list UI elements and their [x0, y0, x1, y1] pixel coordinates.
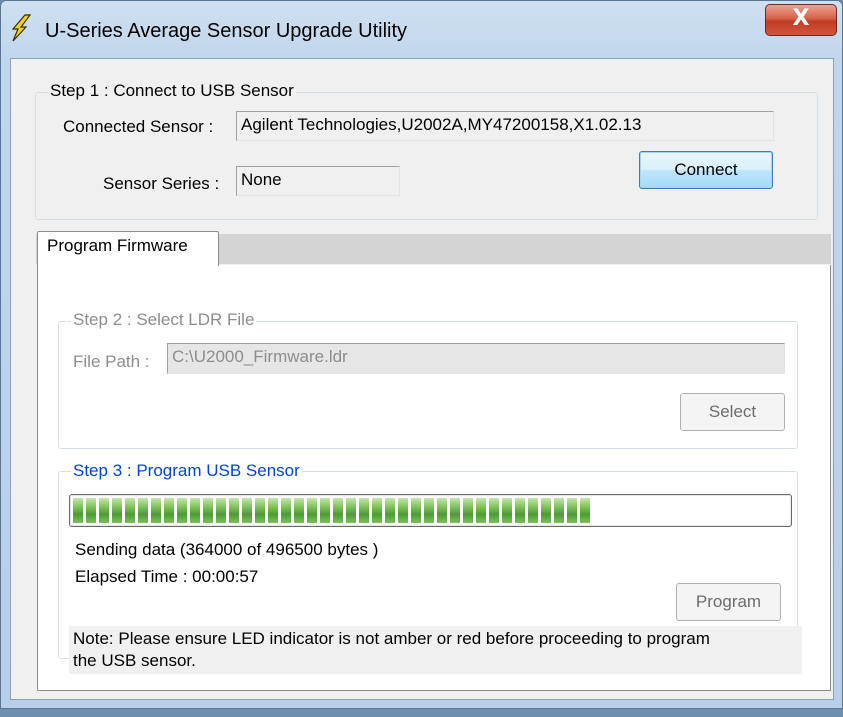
connected-sensor-field: Agilent Technologies,U2002A,MY47200158,X… — [236, 111, 774, 141]
progress-segment — [177, 498, 187, 523]
step2-legend: Step 2 : Select LDR File — [71, 310, 257, 330]
progress-segment — [229, 498, 239, 523]
close-icon: X — [792, 6, 810, 31]
progress-segment — [190, 498, 200, 523]
progress-segment — [112, 498, 122, 523]
file-path-label: File Path : — [73, 352, 150, 371]
progress-segment — [489, 498, 499, 523]
progress-segment — [567, 498, 577, 523]
select-button[interactable]: Select — [680, 393, 785, 431]
progress-segment — [476, 498, 486, 523]
progress-segment — [554, 498, 564, 523]
progress-segment — [73, 498, 83, 523]
progress-segment — [463, 498, 473, 523]
tab-program-firmware[interactable]: Program Firmware — [37, 231, 219, 266]
progress-segment — [333, 498, 343, 523]
progress-segment — [359, 498, 369, 523]
connect-button[interactable]: Connect — [639, 151, 773, 189]
progress-segment — [242, 498, 252, 523]
progress-segment — [216, 498, 226, 523]
title-bar[interactable]: U-Series Average Sensor Upgrade Utility … — [1, 1, 842, 57]
sending-status-text: Sending data (364000 of 496500 bytes ) — [75, 540, 379, 559]
progress-segment — [203, 498, 213, 523]
program-button[interactable]: Program — [676, 583, 781, 621]
progress-segment — [164, 498, 174, 523]
sensor-series-field: None — [236, 166, 400, 196]
progress-segment — [411, 498, 421, 523]
step3-legend: Step 3 : Program USB Sensor — [71, 461, 302, 481]
connected-sensor-label: Connected Sensor : — [63, 117, 214, 136]
file-path-field[interactable]: C:\U2000_Firmware.ldr — [167, 343, 785, 374]
progress-segment — [372, 498, 382, 523]
app-window: U-Series Average Sensor Upgrade Utility … — [0, 0, 843, 709]
progress-segment — [385, 498, 395, 523]
progress-segment — [294, 498, 304, 523]
note-line-2: the USB sensor. — [73, 651, 196, 670]
progress-segment — [255, 498, 265, 523]
progress-segment — [320, 498, 330, 523]
progress-segment — [450, 498, 460, 523]
progress-segment — [541, 498, 551, 523]
step1-legend: Step 1 : Connect to USB Sensor — [48, 81, 296, 101]
client-area: Step 1 : Connect to USB Sensor Connected… — [10, 58, 834, 700]
note-line-1: Note: Please ensure LED indicator is not… — [73, 629, 710, 648]
progress-segment — [281, 498, 291, 523]
sensor-series-label: Sensor Series : — [103, 174, 220, 193]
window-title: U-Series Average Sensor Upgrade Utility — [45, 20, 408, 42]
progress-segment — [268, 498, 278, 523]
close-button[interactable]: X — [765, 4, 837, 36]
progress-segment — [515, 498, 525, 523]
progress-segment — [125, 498, 135, 523]
elapsed-time-text: Elapsed Time : 00:00:57 — [75, 567, 259, 586]
progress-segment — [398, 498, 408, 523]
progress-segment — [151, 498, 161, 523]
lightning-icon — [11, 14, 31, 42]
progress-segment — [502, 498, 512, 523]
progress-segment — [86, 498, 96, 523]
progress-segment — [99, 498, 109, 523]
progress-segment — [346, 498, 356, 523]
progress-segment — [437, 498, 447, 523]
progress-segment — [138, 498, 148, 523]
progress-segment — [528, 498, 538, 523]
progress-segment — [424, 498, 434, 523]
program-progress-bar — [69, 494, 792, 527]
progress-segment — [580, 498, 590, 523]
progress-segment — [307, 498, 317, 523]
